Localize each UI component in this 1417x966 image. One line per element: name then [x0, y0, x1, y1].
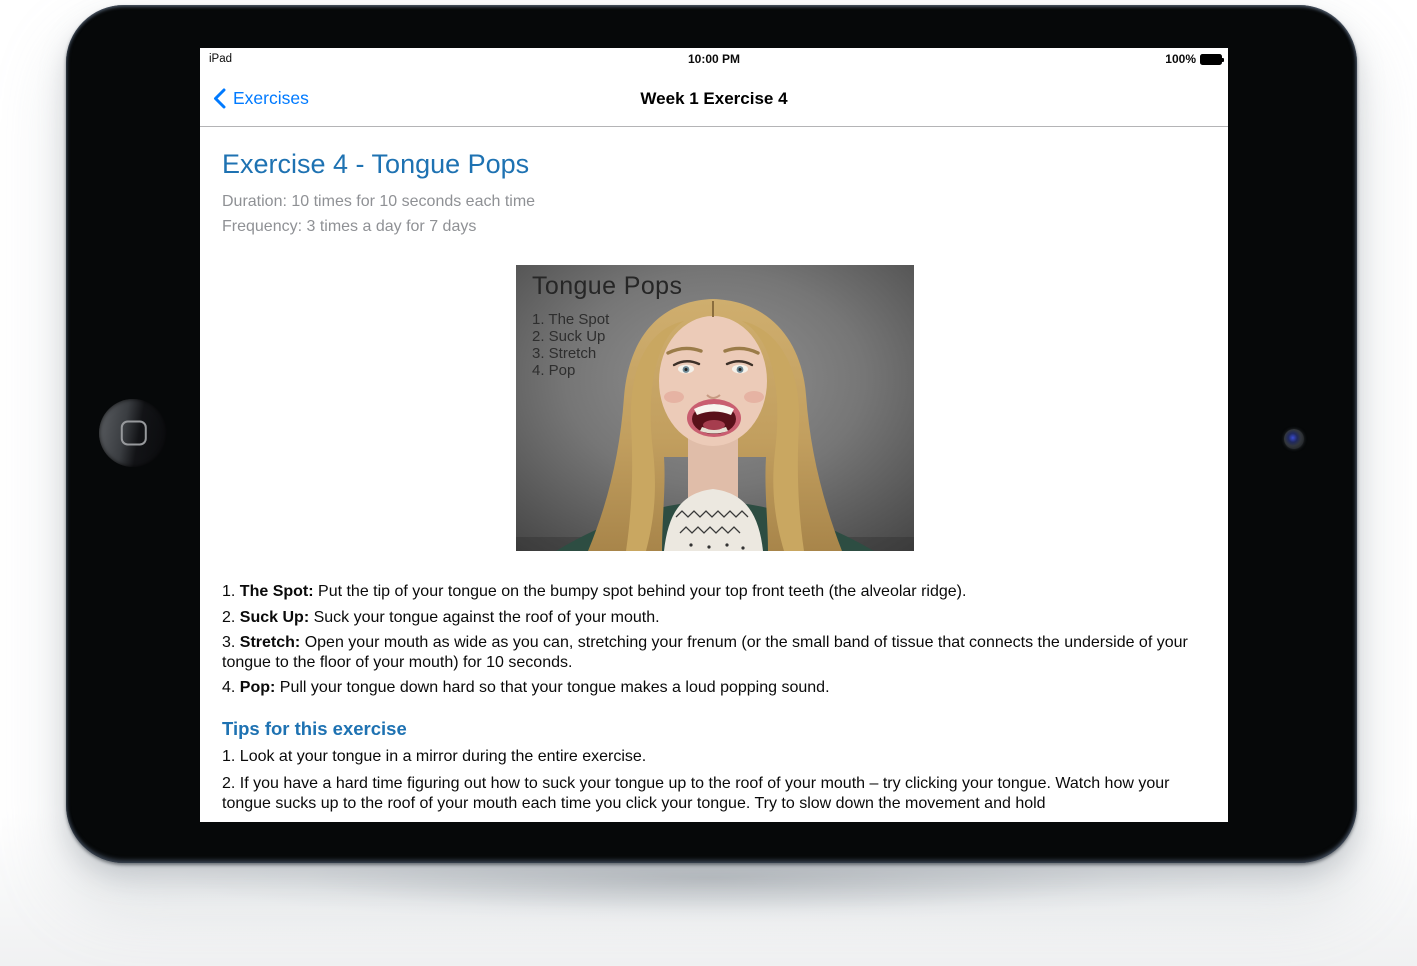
instruction-label: The Spot: — [240, 583, 314, 600]
instruction-text: Put the tip of your tongue on the bumpy … — [318, 583, 966, 600]
instruction-item: 3. Stretch: Open your mouth as wide as y… — [222, 633, 1208, 672]
instruction-label: Stretch: — [240, 634, 300, 651]
home-button[interactable] — [99, 399, 167, 467]
exercise-frequency: Frequency: 3 times a day for 7 days — [222, 214, 1208, 239]
instruction-number: 1. — [222, 583, 235, 600]
instruction-text: Pull your tongue down hard so that your … — [280, 679, 830, 696]
page-background: iPad 10:00 PM 100% Exercises Week 1 Exer… — [0, 0, 1417, 966]
instruction-number: 3. — [222, 634, 235, 651]
instruction-list: 1. The Spot: Put the tip of your tongue … — [222, 582, 1208, 698]
instruction-number: 2. — [222, 609, 235, 626]
instruction-label: Pop: — [240, 679, 276, 696]
instruction-label: Suck Up: — [240, 609, 309, 626]
status-carrier-label: iPad — [209, 53, 232, 65]
video-overlay-title: Tongue Pops — [532, 272, 682, 301]
instruction-text: Suck your tongue against the roof of you… — [314, 609, 660, 626]
front-camera-icon — [1284, 429, 1304, 449]
instruction-number: 4. — [222, 679, 235, 696]
video-overlay-step: 1. The Spot — [532, 311, 609, 328]
home-button-square-icon — [121, 421, 147, 446]
instruction-item: 1. The Spot: Put the tip of your tongue … — [222, 582, 1208, 602]
video-container: Tongue Pops 1. The Spot 2. Suck Up 3. St… — [222, 265, 1208, 556]
tips-heading: Tips for this exercise — [222, 718, 1208, 740]
video-overlay-step: 4. Pop — [532, 362, 609, 379]
tip-item: 2. If you have a hard time figuring out … — [222, 774, 1208, 814]
nav-bar: Exercises Week 1 Exercise 4 — [200, 70, 1228, 127]
video-overlay-step: 3. Stretch — [532, 345, 609, 362]
ipad-frame: iPad 10:00 PM 100% Exercises Week 1 Exer… — [66, 5, 1357, 863]
instruction-item: 4. Pop: Pull your tongue down hard so th… — [222, 678, 1208, 698]
exercise-video-thumbnail[interactable]: Tongue Pops 1. The Spot 2. Suck Up 3. St… — [516, 265, 914, 551]
instruction-item: 2. Suck Up: Suck your tongue against the… — [222, 608, 1208, 628]
video-still-portrait — [516, 265, 914, 551]
screen: iPad 10:00 PM 100% Exercises Week 1 Exer… — [200, 48, 1228, 822]
exercise-duration: Duration: 10 times for 10 seconds each t… — [222, 189, 1208, 214]
chevron-left-icon — [213, 88, 226, 109]
battery-full-icon — [1200, 54, 1222, 65]
exercise-title: Exercise 4 - Tongue Pops — [222, 149, 1208, 180]
nav-title: Week 1 Exercise 4 — [200, 70, 1228, 127]
status-time: 10:00 PM — [688, 52, 740, 66]
tip-item: 1. Look at your tongue in a mirror durin… — [222, 747, 1208, 767]
video-overlay-step: 2. Suck Up — [532, 328, 609, 345]
status-bar: iPad 10:00 PM 100% — [200, 48, 1228, 70]
back-button[interactable]: Exercises — [213, 70, 309, 126]
video-overlay-steps: 1. The Spot 2. Suck Up 3. Stretch 4. Pop — [532, 311, 609, 379]
content-area: Exercise 4 - Tongue Pops Duration: 10 ti… — [200, 149, 1228, 814]
back-button-label: Exercises — [233, 88, 309, 109]
battery-percent-label: 100% — [1165, 52, 1196, 66]
instruction-text: Open your mouth as wide as you can, stre… — [222, 634, 1188, 671]
